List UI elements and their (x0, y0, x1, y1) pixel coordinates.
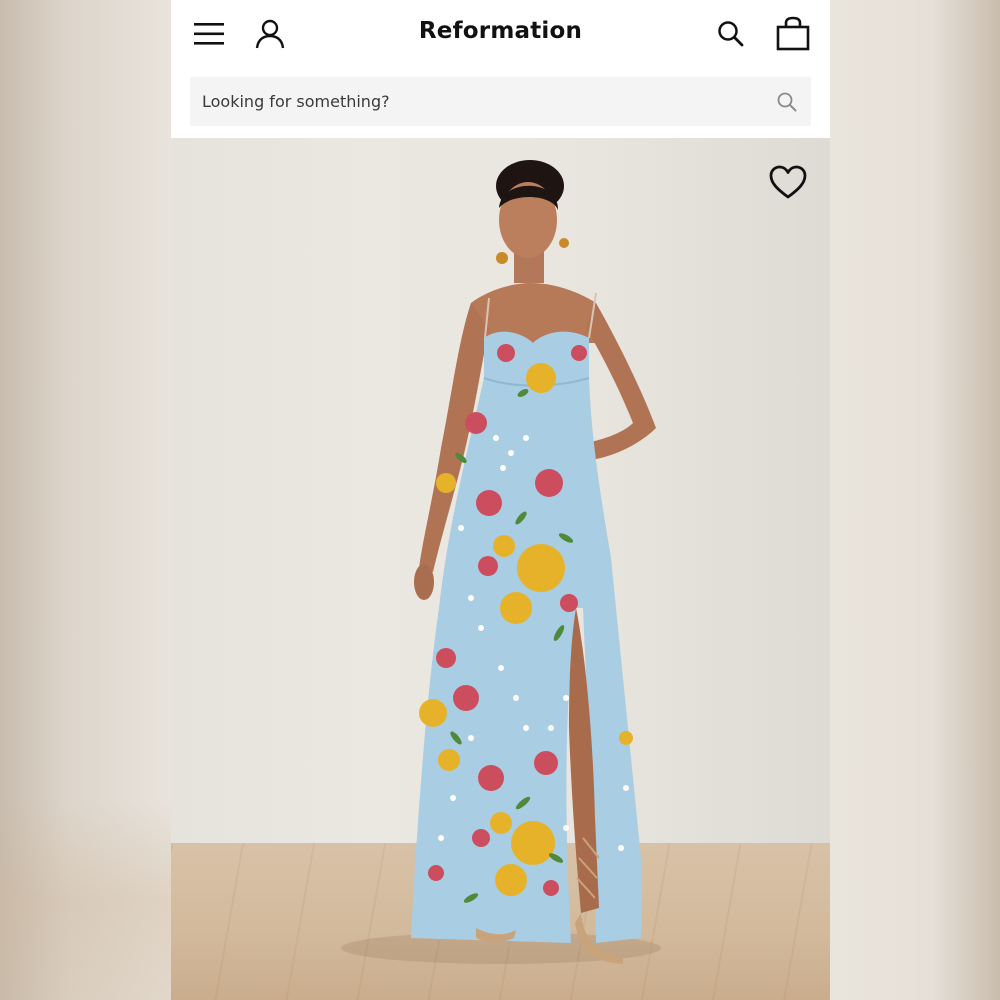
search-icon (777, 92, 797, 111)
model-wearing-floral-dress (341, 160, 661, 964)
header-bar: Reformation (171, 0, 830, 70)
menu-button[interactable] (189, 16, 229, 52)
shopping-bag-button[interactable] (773, 14, 813, 54)
left-background-blur (0, 0, 171, 1000)
search-field[interactable]: Looking for something? (190, 77, 811, 126)
search-icon (718, 21, 744, 47)
user-icon (255, 19, 285, 49)
right-background-blur (830, 0, 1000, 1000)
account-button[interactable] (251, 16, 289, 52)
mobile-page: Reformation Looking for something? (171, 0, 830, 1000)
search-placeholder-text: Looking for something? (202, 92, 390, 111)
wishlist-button[interactable] (767, 162, 809, 204)
product-hero-image[interactable] (171, 138, 830, 1000)
shopping-bag-icon (776, 16, 810, 51)
search-button[interactable] (712, 16, 750, 52)
brand-logo[interactable]: Reformation (371, 18, 630, 44)
heart-outline-icon (769, 165, 807, 199)
hamburger-menu-icon (194, 23, 224, 45)
